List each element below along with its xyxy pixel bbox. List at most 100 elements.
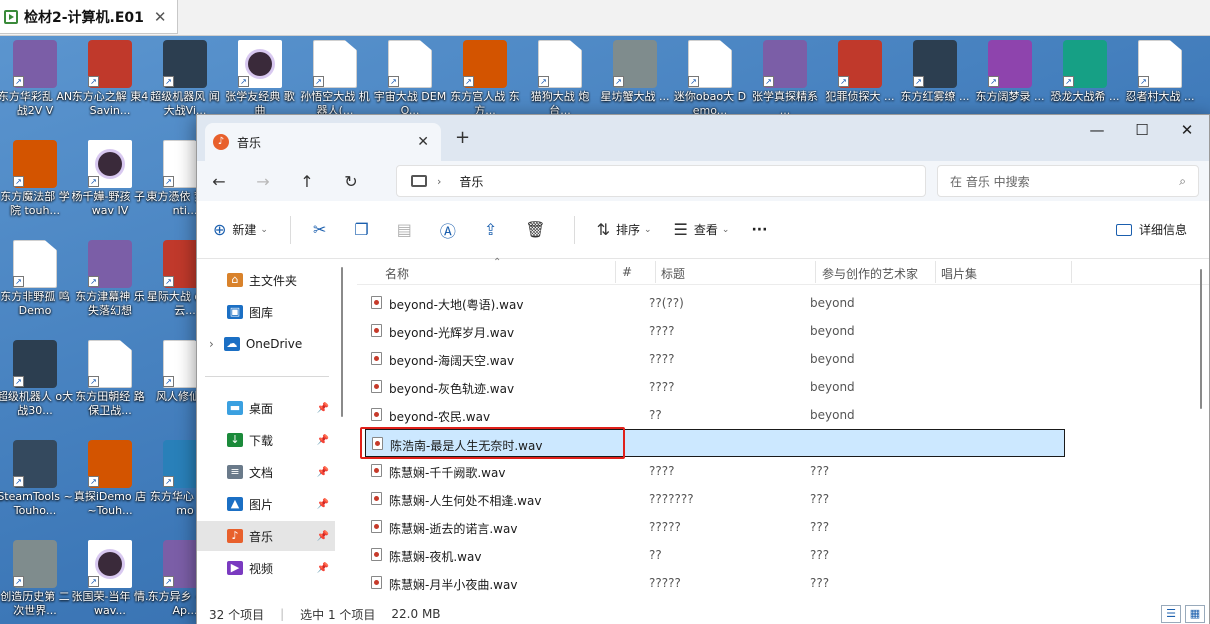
pin-icon[interactable]: 📌 (317, 403, 329, 414)
file-row[interactable]: beyond-农民.wav?? beyond (365, 401, 1065, 429)
nav-item[interactable]: › ☁ OneDrive (197, 329, 335, 359)
rename-button[interactable]: Ⓐ (440, 218, 462, 242)
column-header-artist[interactable]: 参与创作的艺术家 (822, 265, 918, 282)
desktop-icon[interactable]: ↗ 东方非野孤 鸣 Demo (0, 236, 70, 332)
shortcut-arrow-icon: ↗ (163, 376, 174, 387)
delete-button[interactable]: 🗑 (525, 220, 551, 239)
desktop-icon[interactable]: ↗ 东方心之解 東4Savin... (72, 36, 148, 132)
desktop-icon[interactable]: ↗ 东方华彩乱 AN战2V V (0, 36, 72, 132)
search-placeholder: 在 音乐 中搜索 (950, 174, 1030, 189)
minimize-button[interactable]: — (1077, 121, 1117, 139)
file-row[interactable]: 陈慧娴-逝去的诺言.wav???????? (365, 513, 1065, 541)
nav-item-label: 桌面 (249, 401, 274, 416)
column-header-name[interactable]: 名称 (385, 265, 409, 282)
tiles-view-icon[interactable]: ▦ (1185, 605, 1205, 623)
desktop-icon[interactable]: ↗ 超级机器人 o大战30... (0, 336, 73, 432)
sort-icon: ⇅ (596, 220, 610, 239)
nav-item-icon: ♪ (227, 529, 243, 543)
column-divider[interactable] (655, 261, 656, 283)
cut-button[interactable]: ✂ (313, 220, 332, 239)
desktop-icon[interactable]: ↗ 东方津幕神 乐 失落幻想 (75, 236, 145, 332)
new-label: 新建 (232, 223, 257, 237)
file-row[interactable]: 陈慧娴-月半小夜曲.wav???????? (365, 569, 1065, 597)
selected-size: 22.0 MB (391, 607, 441, 621)
column-divider[interactable] (935, 261, 936, 283)
trash-icon: 🗑 (525, 220, 546, 239)
column-divider[interactable] (815, 261, 816, 283)
audio-file-icon (371, 380, 382, 393)
share-button[interactable]: ⇪ (484, 220, 503, 239)
chevron-right-icon[interactable]: › (209, 337, 214, 351)
pin-icon[interactable]: 📌 (317, 499, 329, 510)
vm-tab-title: 检材2-计算机.E01 (24, 9, 144, 26)
nav-item[interactable]: ≡ 文档 📌 (197, 457, 335, 487)
desktop-icon[interactable]: ↗ 创造历史第 二次世界... (0, 536, 70, 624)
file-row[interactable]: beyond-大地(粤语).wav ??(??) beyond (365, 289, 1065, 317)
forward-button[interactable]: → (241, 172, 285, 191)
nav-item[interactable]: ▶ 视频 📌 (197, 553, 335, 583)
column-header-title[interactable]: 标题 (661, 265, 685, 282)
address-bar[interactable]: › 音乐 (396, 165, 926, 197)
maximize-button[interactable]: ☐ (1122, 121, 1162, 139)
nav-item[interactable]: ▣ 图库 (197, 297, 335, 327)
copy-button[interactable]: ❐ (354, 220, 374, 239)
desktop-icon[interactable]: ↗ 真探iDemo 店~Touh... (74, 436, 146, 532)
file-row[interactable]: 陈慧娴-夜机.wav????? (365, 541, 1065, 569)
title-bar: ♪ 音乐 ✕ + — ☐ ✕ (197, 115, 1209, 161)
pin-icon[interactable]: 📌 (317, 435, 329, 446)
file-list-scrollbar[interactable] (1197, 263, 1205, 593)
nav-scrollbar[interactable] (339, 259, 345, 519)
file-artist: ??? (810, 548, 830, 562)
paste-button[interactable]: ▤ (397, 220, 418, 239)
column-divider[interactable] (1071, 261, 1072, 283)
refresh-button[interactable]: ↻ (329, 172, 373, 191)
sort-button[interactable]: ⇅ 排序 ⌄ (597, 220, 652, 239)
tab-close-icon[interactable]: ✕ (417, 134, 429, 150)
nav-item-icon: ▶ (227, 561, 243, 575)
file-row[interactable]: beyond-灰色轨迹.wav???? beyond (365, 373, 1065, 401)
file-title: ??(??) (649, 296, 684, 310)
nav-item[interactable]: ↓ 下载 📌 (197, 425, 335, 455)
nav-item[interactable]: ▬ 桌面 📌 (197, 393, 335, 423)
pin-icon[interactable]: 📌 (317, 531, 329, 542)
column-header-number[interactable]: # (622, 265, 632, 279)
nav-item[interactable]: ▲ 图片 📌 (197, 489, 335, 519)
tab-music[interactable]: ♪ 音乐 ✕ (205, 123, 441, 161)
column-header-album[interactable]: 唱片集 (941, 265, 977, 282)
back-button[interactable]: ← (197, 172, 241, 191)
column-divider[interactable] (615, 261, 616, 283)
search-input[interactable]: 在 音乐 中搜索 ⌕ (937, 165, 1199, 197)
nav-item-icon: ▲ (227, 497, 243, 511)
close-window-button[interactable]: ✕ (1167, 121, 1207, 139)
more-options-button[interactable]: ··· (751, 222, 767, 238)
new-tab-button[interactable]: + (455, 127, 470, 148)
new-button[interactable]: ⊕ 新建 ⌄ (213, 220, 268, 239)
file-row[interactable]: beyond-海阔天空.wav???? beyond (365, 345, 1065, 373)
pin-icon[interactable]: 📌 (317, 563, 329, 574)
scissors-icon: ✂ (312, 220, 327, 239)
pin-icon[interactable]: 📌 (317, 467, 329, 478)
vm-tab[interactable]: 检材2-计算机.E01 ✕ (0, 0, 178, 34)
details-view-icon[interactable]: ☰ (1161, 605, 1181, 623)
file-row[interactable]: 陈慧娴-千千阙歌.wav??????? (365, 457, 1065, 485)
desktop-icon[interactable]: ↗ SteamTools ~ Touho... (0, 436, 73, 532)
audio-file-icon (371, 324, 382, 337)
file-name: 陈慧娴-逝去的诺言.wav (389, 522, 518, 536)
file-row[interactable]: beyond-光辉岁月.wav???? beyond (365, 317, 1065, 345)
desktop-icon[interactable]: ↗ 杨千嬅-野孩 子.wav IV (72, 136, 148, 232)
desktop-icon[interactable]: ↗ 东方田朝经 路保卫战... (75, 336, 145, 432)
up-button[interactable]: ↑ (285, 172, 329, 191)
file-row[interactable]: 陈慧娴-人生何处不相逢.wav?????????? (365, 485, 1065, 513)
nav-item[interactable]: ⌂ 主文件夹 (197, 265, 335, 295)
nav-item[interactable]: ♪ 音乐 📌 (197, 521, 335, 551)
details-pane-button[interactable]: 详细信息 (1115, 221, 1187, 238)
desktop-icon[interactable]: ↗ 张国荣-当年 情.wav... (72, 536, 148, 624)
navigation-pane: ⌂ 主文件夹 ▣ 图库 › ☁ OneDrive ▬ 桌面 📌 ↓ 下载 📌 ≡ 文档 📌 ▲ 图片 📌 ♪ 音乐 📌 ▶ 视… (197, 259, 349, 603)
vm-tab-close-button[interactable]: ✕ (154, 8, 167, 26)
shortcut-arrow-icon: ↗ (838, 76, 849, 87)
shortcut-arrow-icon: ↗ (13, 376, 24, 387)
view-label: 查看 (693, 223, 718, 237)
audio-file-icon (371, 520, 382, 533)
desktop-icon[interactable]: ↗ 东方魔法部 学院 touh... (0, 136, 70, 232)
view-button[interactable]: ☰ 查看 ⌄ (674, 220, 730, 239)
